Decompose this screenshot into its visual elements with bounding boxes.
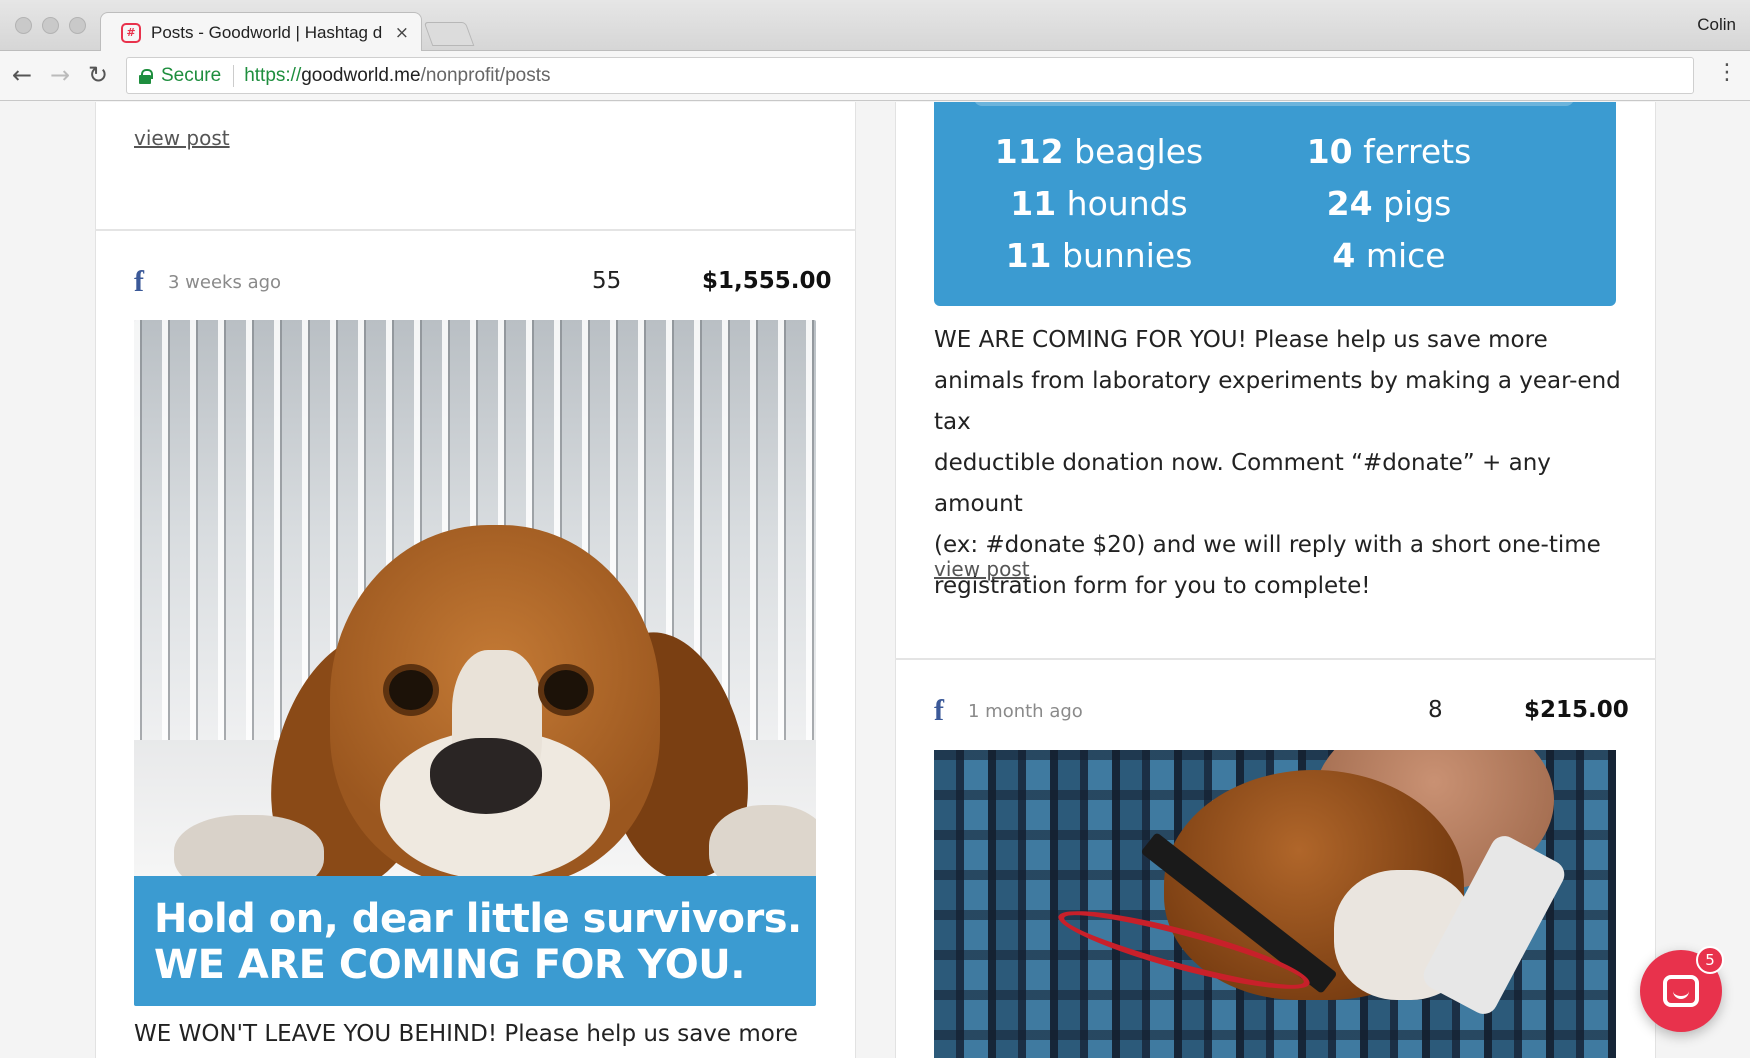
browser-toolbar: ← → ↻ Secure https://goodworld.me/nonpro… [0,51,1750,101]
stat-item: 10 ferrets [1244,132,1534,171]
tab-close-icon[interactable]: × [395,23,409,43]
post-image-stats[interactable]: 112 beagles 10 ferrets 11 hounds 24 pigs… [934,102,1616,306]
stat-number: 112 [994,132,1064,171]
post-body-line: registration form for you to complete! [934,573,1371,599]
browser-tab[interactable]: # Posts - Goodworld | Hashtag d × [100,12,422,52]
stat-label: bunnies [1062,236,1193,275]
stat-label: beagles [1074,132,1204,171]
chat-bubble-icon [1663,975,1699,1007]
post-donation-amount: $215.00 [1524,697,1629,723]
post-engagement-count: 55 [592,268,622,294]
page-content: view post f 3 weeks ago 55 $1,555.00 Hol… [0,102,1750,1058]
post-image-man-with-beagle[interactable] [934,750,1616,1058]
stat-item: 24 pigs [1244,184,1534,223]
lock-icon [139,68,153,84]
stat-number: 11 [1005,236,1052,275]
post-body-line: deductible donation now. Comment “#donat… [934,450,1551,517]
address-bar[interactable]: Secure https://goodworld.me/nonprofit/po… [126,57,1694,94]
post-donation-amount: $1,555.00 [702,268,832,294]
browser-menu-icon[interactable]: ⋮ [1716,60,1738,85]
banner-subheadline: WE ARE COMING FOR YOU. [154,942,745,988]
post-body-line: (ex: #donate $20) and we will reply with… [934,532,1601,558]
post-divider [95,229,856,231]
stat-item: 4 mice [1244,236,1534,275]
stat-number: 10 [1306,132,1353,171]
stat-number: 11 [1010,184,1057,223]
post-body-text: WE WON'T LEAVE YOU BEHIND! Please help u… [134,1021,798,1047]
browser-titlebar: # Posts - Goodworld | Hashtag d × Colin [0,0,1750,52]
facebook-icon[interactable]: f [934,696,954,726]
url-host: goodworld.me [301,64,421,86]
stat-number: 24 [1326,184,1373,223]
post-body-text: WE ARE COMING FOR YOU! Please help us sa… [934,320,1624,607]
url-scheme: https:// [244,64,302,86]
post-engagement-count: 8 [1428,697,1443,723]
post-time: 1 month ago [968,700,1083,722]
post-time: 3 weeks ago [168,271,282,293]
minimize-window-button[interactable] [42,17,59,34]
stat-label: hounds [1066,184,1188,223]
dog-eye [544,670,588,710]
secure-label: Secure [161,64,222,86]
profile-name[interactable]: Colin [1697,15,1736,35]
url-path: /nonprofit/posts [420,64,551,86]
stat-item: 11 bunnies [954,236,1244,275]
view-post-link[interactable]: view post [934,557,1030,581]
dog-eye [389,670,433,710]
tab-title: Posts - Goodworld | Hashtag d [151,22,383,42]
address-separator [233,64,235,87]
stat-label: pigs [1383,184,1452,223]
post-body-line: WE ARE COMING FOR YOU! Please help us sa… [934,327,1548,353]
stat-item: 11 hounds [954,184,1244,223]
facebook-icon[interactable]: f [134,267,154,297]
image-banner: Hold on, dear little survivors. WE ARE C… [134,876,816,1006]
post-divider [895,658,1656,660]
stats-heading-cutoff [974,102,1574,106]
dog-nose [430,738,542,814]
goodworld-favicon-icon: # [121,22,141,43]
post-body-line: animals from laboratory experiments by m… [934,368,1621,435]
stat-item: 112 beagles [954,132,1244,171]
reload-icon[interactable]: ↻ [88,61,108,89]
forward-arrow-icon[interactable]: → [50,61,70,89]
stat-label: mice [1365,236,1446,275]
post-image-beagle-cage[interactable]: Hold on, dear little survivors. WE ARE C… [134,320,816,1006]
post-meta: f 1 month ago [934,693,1083,729]
maximize-window-button[interactable] [69,17,86,34]
stat-number: 4 [1332,236,1356,275]
chat-unread-badge: 5 [1696,946,1724,974]
banner-headline: Hold on, dear little survivors. [154,896,802,942]
post-meta: f 3 weeks ago [134,264,281,300]
new-tab-button[interactable] [423,22,475,46]
view-post-link[interactable]: view post [134,126,230,150]
close-window-button[interactable] [15,17,32,34]
back-arrow-icon[interactable]: ← [12,61,32,89]
stat-label: ferrets [1363,132,1472,171]
